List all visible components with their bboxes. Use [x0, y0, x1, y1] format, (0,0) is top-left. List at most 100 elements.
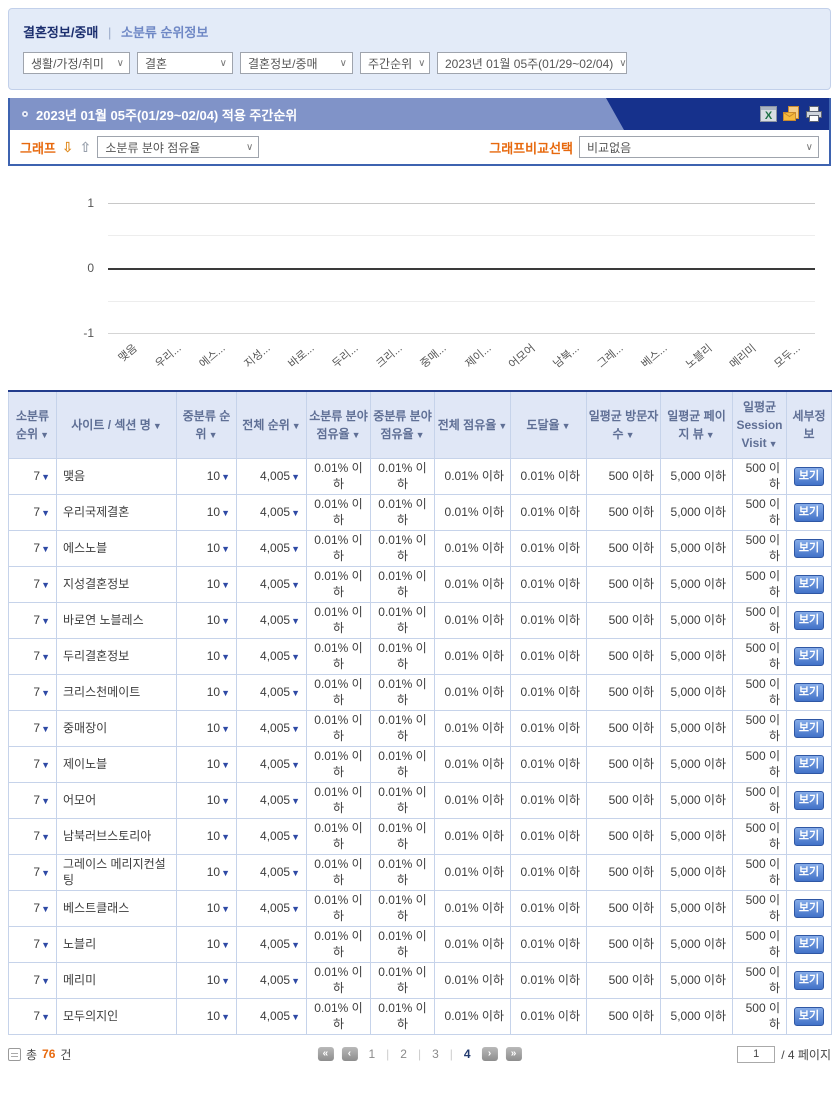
cell-sub_share: 0.01% 이하: [306, 818, 371, 855]
cell-pageviews: 5,000 이하: [660, 710, 733, 747]
cell-detail: 보기: [786, 962, 832, 999]
graph-compare-select[interactable]: 비교없음 ∨: [579, 136, 819, 158]
page-number-4[interactable]: 4: [461, 1047, 474, 1061]
rank-change-icon: ▼: [221, 939, 230, 950]
detail-view-button[interactable]: 보기: [793, 646, 825, 667]
cell-site: 어모어: [56, 782, 177, 819]
column-header-rank[interactable]: 소분류 순위 ▼: [8, 390, 57, 459]
detail-view-button[interactable]: 보기: [793, 970, 825, 991]
filter-row: 생활/가정/취미 ∨ 결혼 ∨ 결혼정보/중매 ∨ 주간순위 ∨ 2023년 01월 0…: [23, 52, 816, 74]
cell-detail: 보기: [786, 782, 832, 819]
detail-view-button[interactable]: 보기: [793, 502, 825, 523]
next-page-button[interactable]: ›: [481, 1047, 498, 1061]
cell-mid_rank: 10▼: [176, 782, 237, 819]
cell-sub_share: 0.01% 이하: [306, 926, 371, 963]
sort-ascending-icon[interactable]: ⇧: [80, 140, 92, 154]
rank-change-icon: ▼: [41, 543, 50, 554]
page-number-1[interactable]: 1: [365, 1047, 378, 1061]
excel-icon[interactable]: X: [760, 106, 777, 122]
sort-descending-icon[interactable]: ⇩: [62, 140, 74, 154]
cell-session: 500 이하: [732, 494, 787, 531]
detail-view-button[interactable]: 보기: [793, 1006, 825, 1027]
cell-site: 베스트클래스: [56, 890, 177, 927]
cell-total_share: 0.01% 이하: [434, 530, 511, 567]
detail-view-button[interactable]: 보기: [793, 574, 825, 595]
mail-icon[interactable]: [782, 106, 800, 122]
cell-sub_share: 0.01% 이하: [306, 638, 371, 675]
cell-visitors: 500 이하: [586, 674, 661, 711]
cell-mid_rank: 10▼: [176, 926, 237, 963]
detail-view-button[interactable]: 보기: [793, 754, 825, 775]
cell-visitors: 500 이하: [586, 782, 661, 819]
cell-mid_share: 0.01% 이하: [370, 602, 435, 639]
detail-view-button[interactable]: 보기: [793, 466, 825, 487]
cell-pageviews: 5,000 이하: [660, 854, 733, 891]
cell-visitors: 500 이하: [586, 926, 661, 963]
table-row: 7▼ 중매장이 10▼ 4,005▼ 0.01% 이하 0.01% 이하 0.01% 이하 0…: [8, 710, 832, 747]
detail-view-button[interactable]: 보기: [793, 790, 825, 811]
rank-change-icon: ▼: [41, 867, 50, 878]
chevron-down-icon: ∨: [418, 57, 426, 69]
rank-change-icon: ▼: [41, 507, 50, 518]
graph-metric-select[interactable]: 소분류 분야 점유율 ∨: [97, 136, 260, 158]
page-number-input[interactable]: [737, 1045, 776, 1063]
cell-session: 500 이하: [732, 782, 787, 819]
period-select[interactable]: 주간순위 ∨: [360, 52, 430, 74]
gridline: [108, 333, 815, 334]
last-page-button[interactable]: »: [505, 1047, 522, 1061]
detail-view-button[interactable]: 보기: [793, 826, 825, 847]
page-number-2[interactable]: 2: [397, 1047, 410, 1061]
detail-view-button[interactable]: 보기: [793, 682, 825, 703]
cell-site: 그레이스 메리지컨설팅: [56, 854, 177, 891]
rank-change-icon: ▼: [291, 471, 300, 482]
first-page-button[interactable]: «: [317, 1047, 334, 1061]
print-icon[interactable]: [805, 106, 823, 122]
cell-mid_share: 0.01% 이하: [370, 638, 435, 675]
detail-category-select[interactable]: 결혼정보/중매 ∨: [240, 52, 353, 74]
detail-view-button[interactable]: 보기: [793, 934, 825, 955]
cell-sub_share: 0.01% 이하: [306, 494, 371, 531]
cell-rank: 7▼: [8, 926, 57, 963]
rank-change-icon: ▼: [41, 615, 50, 626]
detail-view-button[interactable]: 보기: [793, 862, 825, 883]
cell-sub_share: 0.01% 이하: [306, 890, 371, 927]
cell-sub_share: 0.01% 이하: [306, 458, 371, 495]
detail-view-button[interactable]: 보기: [793, 898, 825, 919]
cell-total_share: 0.01% 이하: [434, 746, 511, 783]
cell-mid_share: 0.01% 이하: [370, 782, 435, 819]
cell-mid_share: 0.01% 이하: [370, 674, 435, 711]
page-jump: / 4 페이지: [737, 1045, 831, 1063]
category-select[interactable]: 생활/가정/취미 ∨: [23, 52, 130, 74]
cell-mid_rank: 10▼: [176, 530, 237, 567]
cell-mid_share: 0.01% 이하: [370, 530, 435, 567]
detail-view-button[interactable]: 보기: [793, 610, 825, 631]
cell-reach: 0.01% 이하: [510, 710, 587, 747]
rank-change-icon: ▼: [41, 795, 50, 806]
cell-pageviews: 5,000 이하: [660, 530, 733, 567]
compare-label: 그래프비교선택: [489, 140, 573, 156]
cell-sub_share: 0.01% 이하: [306, 530, 371, 567]
cell-total_share: 0.01% 이하: [434, 962, 511, 999]
panel-title: 2023년 01월 05주(01/29~02/04) 적용 주간순위: [36, 107, 298, 123]
page-number-3[interactable]: 3: [429, 1047, 442, 1061]
rank-change-icon: ▼: [41, 579, 50, 590]
cell-detail: 보기: [786, 602, 832, 639]
chevron-down-icon: ∨: [619, 57, 627, 69]
table-row: 7▼ 에스노블 10▼ 4,005▼ 0.01% 이하 0.01% 이하 0.01% 이하 0…: [8, 530, 832, 567]
subcategory-select[interactable]: 결혼 ∨: [137, 52, 233, 74]
prev-page-button[interactable]: ‹: [341, 1047, 358, 1061]
detail-view-button[interactable]: 보기: [793, 538, 825, 559]
week-select[interactable]: 2023년 01월 05주(01/29~02/04) ∨: [437, 52, 627, 74]
rank-change-icon: ▼: [221, 903, 230, 914]
cell-session: 500 이하: [732, 458, 787, 495]
detail-view-button[interactable]: 보기: [793, 718, 825, 739]
page-title: 결혼정보/중매: [23, 25, 99, 40]
bullet-icon: [22, 111, 28, 117]
cell-site: 중매장이: [56, 710, 177, 747]
chevron-down-icon: ∨: [219, 57, 227, 69]
cell-session: 500 이하: [732, 746, 787, 783]
rank-change-icon: ▼: [221, 975, 230, 986]
graph-panel: 2023년 01월 05주(01/29~02/04) 적용 주간순위 X 그래프…: [8, 98, 831, 166]
cell-site: 지성결혼정보: [56, 566, 177, 603]
cell-mid_rank: 10▼: [176, 458, 237, 495]
